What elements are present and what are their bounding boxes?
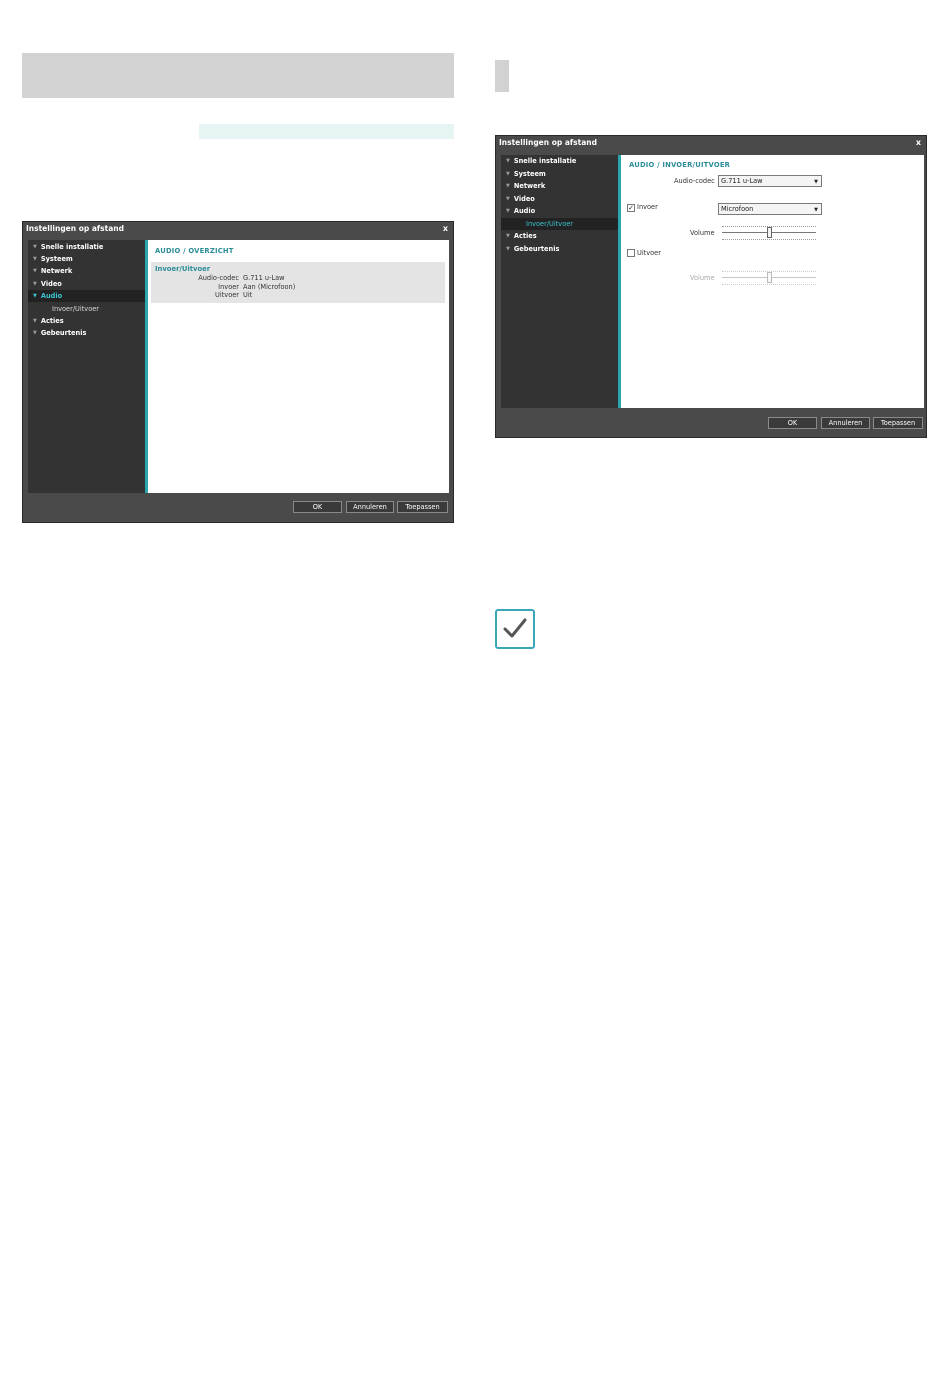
dialog-audio-overview: Instellingen op afstand x ▼ Snelle instal…	[22, 221, 454, 523]
output-label: Uitvoer	[637, 249, 661, 257]
checkmark-glyph	[503, 618, 527, 638]
sidebar-item-netwerk[interactable]: ▼ Netwerk	[501, 180, 619, 192]
expand-triangle-icon: ▼	[33, 330, 37, 336]
expand-triangle-icon: ▼	[33, 268, 37, 274]
dialog-title: Instellingen op afstand	[26, 224, 124, 233]
slider-thumb[interactable]	[767, 227, 772, 238]
dialog-audio-io: Instellingen op afstand x ▼ Snelle instal…	[495, 135, 927, 438]
cancel-button[interactable]: Annuleren	[346, 501, 394, 513]
sidebar-item-gebeurtenis[interactable]: ▼ Gebeurtenis	[28, 327, 146, 339]
cancel-button[interactable]: Annuleren	[821, 417, 870, 429]
close-icon[interactable]: x	[916, 138, 921, 147]
expand-triangle-icon: ▼	[33, 244, 37, 250]
expand-triangle-icon: ▼	[33, 318, 37, 324]
overview-value-uitvoer: Uit	[243, 291, 253, 299]
highlight-stripe	[199, 124, 454, 139]
output-volume-slider[interactable]	[722, 268, 816, 288]
settings-content: AUDIO / INVOER/UITVOER Audio-codec G.711…	[618, 155, 924, 408]
overview-value-audio-codec: G.711 u-Law	[243, 274, 285, 282]
output-checkbox[interactable]	[627, 249, 635, 257]
expand-triangle-icon: ▼	[506, 233, 510, 239]
sidebar-item-systeem[interactable]: ▼ Systeem	[501, 168, 619, 180]
sidebar-item-acties[interactable]: ▼ Acties	[28, 315, 146, 327]
sidebar-item-snelle-installatie[interactable]: ▼ Snelle installatie	[501, 155, 619, 167]
sidebar-item-audio[interactable]: ▼ Audio	[501, 205, 619, 217]
input-label: Invoer	[637, 203, 658, 211]
expand-triangle-icon: ▼	[506, 158, 510, 164]
sidebar-item-acties[interactable]: ▼ Acties	[501, 230, 619, 242]
slider-thumb[interactable]	[767, 272, 772, 283]
sidebar-subitem-invoer-uitvoer[interactable]: Invoer/Uitvoer	[28, 303, 146, 315]
sidebar-item-snelle-installatie[interactable]: ▼ Snelle installatie	[28, 241, 146, 253]
sidebar-item-video[interactable]: ▼ Video	[28, 278, 146, 290]
overview-label-invoer: Invoer	[218, 283, 239, 291]
chevron-down-icon: ▼	[814, 179, 818, 185]
input-source-select[interactable]: Microfoon ▼	[718, 203, 822, 215]
overview-label-audio-codec: Audio-codec	[198, 274, 239, 282]
section-marker	[495, 60, 509, 92]
overview-value-invoer: Aan (Microfoon)	[243, 283, 296, 291]
expand-triangle-icon: ▼	[33, 281, 37, 287]
overview-box: Invoer/Uitvoer Audio-codec G.711 u-Law I…	[151, 262, 445, 303]
input-volume-slider[interactable]	[722, 223, 816, 243]
dialog-title: Instellingen op afstand	[499, 138, 597, 147]
ok-button[interactable]: OK	[768, 417, 817, 429]
expand-triangle-icon: ▼	[33, 293, 37, 299]
settings-sidebar: ▼ Snelle installatie ▼ Systeem ▼ Netwerk ▼ V…	[501, 155, 619, 408]
input-volume-label: Volume	[690, 229, 715, 237]
sidebar-item-systeem[interactable]: ▼ Systeem	[28, 253, 146, 265]
audio-codec-select[interactable]: G.711 u-Law ▼	[718, 175, 822, 187]
section-title: AUDIO / OVERZICHT	[155, 247, 234, 255]
sidebar-item-audio[interactable]: ▼ Audio	[28, 290, 146, 302]
section-header-band	[22, 53, 454, 98]
output-volume-label: Volume	[690, 274, 715, 282]
settings-content: AUDIO / OVERZICHT Invoer/Uitvoer Audio-c…	[145, 240, 449, 493]
expand-triangle-icon: ▼	[506, 171, 510, 177]
apply-button[interactable]: Toepassen	[873, 417, 923, 429]
expand-triangle-icon: ▼	[506, 246, 510, 252]
apply-button[interactable]: Toepassen	[397, 501, 448, 513]
overview-label-uitvoer: Uitvoer	[215, 291, 239, 299]
dialog-titlebar: Instellingen op afstand x	[496, 136, 926, 149]
sidebar-subitem-invoer-uitvoer[interactable]: Invoer/Uitvoer	[501, 218, 619, 230]
sidebar-item-netwerk[interactable]: ▼ Netwerk	[28, 265, 146, 277]
dialog-titlebar: Instellingen op afstand x	[23, 222, 453, 235]
sidebar-item-gebeurtenis[interactable]: ▼ Gebeurtenis	[501, 243, 619, 255]
section-title: AUDIO / INVOER/UITVOER	[629, 161, 731, 169]
overview-box-title: Invoer/Uitvoer	[155, 265, 211, 273]
expand-triangle-icon: ▼	[33, 256, 37, 262]
close-icon[interactable]: x	[443, 224, 448, 233]
input-checkbox[interactable]: ✓	[627, 204, 635, 212]
expand-triangle-icon: ▼	[506, 208, 510, 214]
settings-sidebar: ▼ Snelle installatie ▼ Systeem ▼ Netwerk ▼ V…	[28, 240, 146, 493]
checkmark-icon	[495, 609, 535, 649]
sidebar-item-video[interactable]: ▼ Video	[501, 193, 619, 205]
audio-codec-label: Audio-codec	[674, 177, 715, 185]
expand-triangle-icon: ▼	[506, 183, 510, 189]
expand-triangle-icon: ▼	[506, 196, 510, 202]
ok-button[interactable]: OK	[293, 501, 342, 513]
chevron-down-icon: ▼	[814, 207, 818, 213]
